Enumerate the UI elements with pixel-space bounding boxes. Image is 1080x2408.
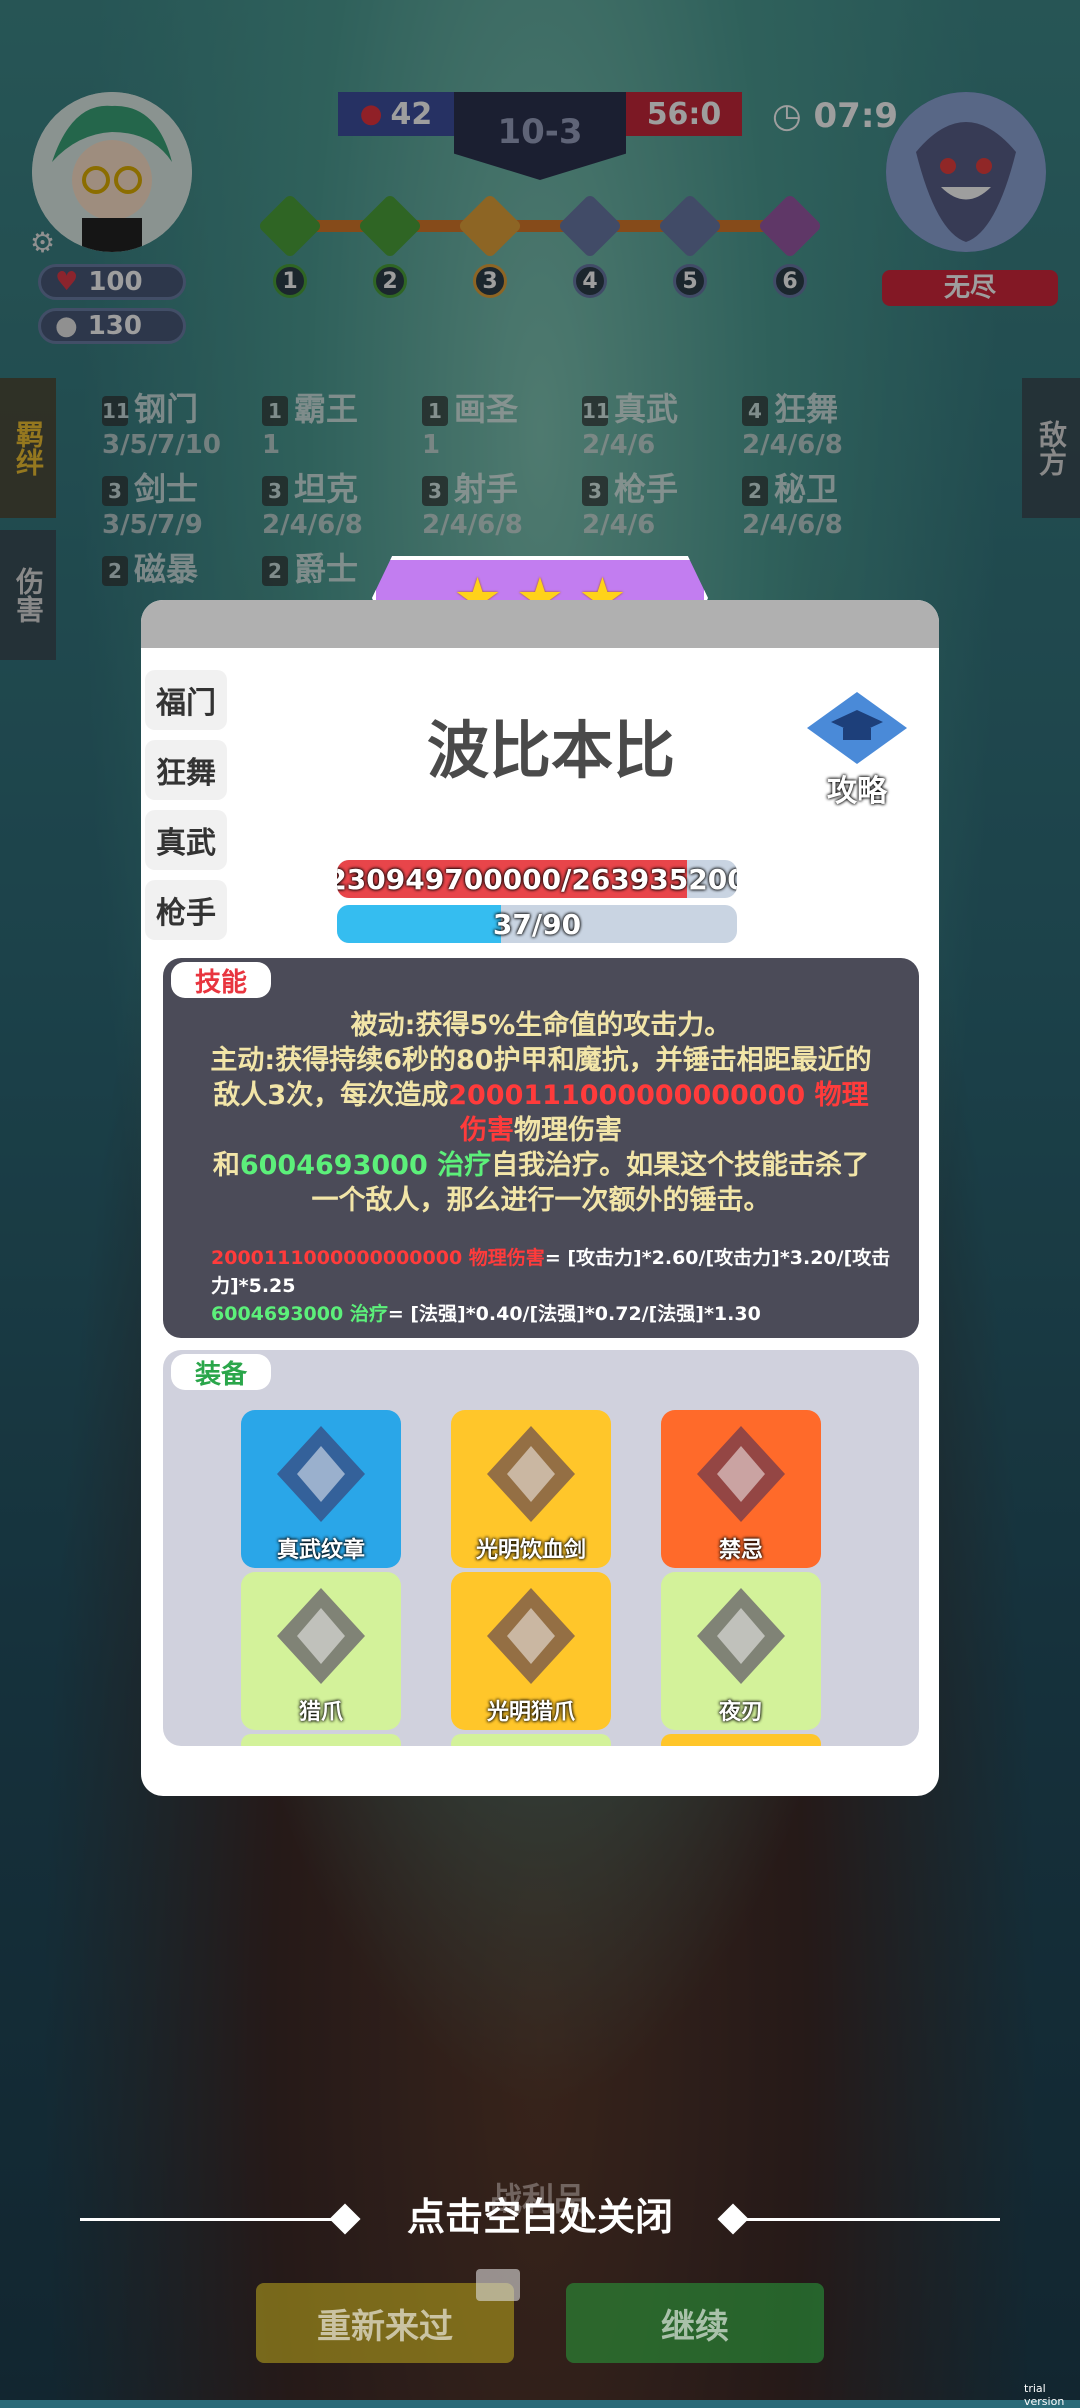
continue-button-label: 继续 xyxy=(661,2306,729,2347)
heal-formula: 6004693000 治疗= [法强]*0.40/[法强]*0.72/[法强]*… xyxy=(211,1300,891,1328)
graduation-cap-icon xyxy=(807,692,907,764)
hero-trait[interactable]: 枪手 xyxy=(145,880,227,940)
equip-tag: 装备 xyxy=(171,1354,271,1390)
heal-formula-expr: = [法强]*0.40/[法强]*0.72/[法强]*1.30 xyxy=(387,1303,761,1325)
card-header-strip xyxy=(141,600,939,648)
retry-button-label: 重新来过 xyxy=(317,2306,453,2347)
equipment-name: 真武纹章 xyxy=(276,1538,365,1563)
equipment-name: 光明猎爪 xyxy=(486,1700,575,1725)
equipment-item[interactable]: 真武纹章 xyxy=(241,1410,401,1568)
equipment-icon xyxy=(277,1426,365,1522)
hero-trait-list: 福门 狂舞 真武 枪手 xyxy=(141,660,233,950)
hint-line-right xyxy=(740,2218,1000,2221)
equipment-item-partial[interactable] xyxy=(661,1734,821,1746)
equipment-item-partial[interactable] xyxy=(451,1734,611,1746)
equipment-icon xyxy=(277,1588,365,1684)
skill-description: 被动:获得5%生命值的攻击力。 主动:获得持续6秒的80护甲和魔抗，并锤击相距最… xyxy=(203,1008,879,1218)
guide-button[interactable]: 攻略 xyxy=(803,688,911,809)
equipment-name: 夜刃 xyxy=(718,1700,763,1725)
equipment-item[interactable]: 光明猎爪 xyxy=(451,1572,611,1730)
skill-damage-value: 2000111000000000000 物理伤害 xyxy=(448,1080,869,1146)
equipment-panel: 装备 真武纹章 光明饮血剑 禁忌猎爪 光明猎爪 夜刃 xyxy=(163,1350,919,1746)
continue-button[interactable]: 继续 xyxy=(566,2283,824,2363)
equipment-icon xyxy=(487,1588,575,1684)
equipment-icon xyxy=(487,1426,575,1522)
mana-text: 37/90 xyxy=(492,907,582,941)
mana-bar: 37/90 xyxy=(337,905,737,943)
retry-button[interactable]: 重新来过 xyxy=(256,2269,520,2363)
skill-heal-prefix: 和 xyxy=(212,1150,240,1181)
skill-heal: 和6004693000 治疗自我治疗。如果这个技能击杀了一个敌人，那么进行一次额… xyxy=(203,1148,879,1218)
skill-tag: 技能 xyxy=(171,962,271,998)
equipment-item[interactable]: 光明饮血剑 xyxy=(451,1410,611,1568)
equipment-item-partial[interactable] xyxy=(241,1734,401,1746)
hero-trait[interactable]: 真武 xyxy=(145,810,227,870)
hero-name: 波比本比 xyxy=(426,714,675,787)
equipment-name: 猎爪 xyxy=(298,1700,343,1725)
hero-trait[interactable]: 狂舞 xyxy=(145,740,227,800)
hp-text: 230949700000/263935200 xyxy=(337,862,737,896)
equipment-item[interactable]: 猎爪 xyxy=(241,1572,401,1730)
equipment-item[interactable]: 夜刃 xyxy=(661,1572,821,1730)
skill-heal-value: 6004693000 治疗 xyxy=(239,1150,492,1181)
heal-formula-label: 6004693000 治疗 xyxy=(211,1303,388,1325)
watermark: trial version xyxy=(1024,2382,1065,2408)
equipment-name: 光明饮血剑 xyxy=(475,1538,586,1563)
equipment-icon xyxy=(697,1426,785,1522)
damage-formula: 2000111000000000000 物理伤害= [攻击力]*2.60/[攻击… xyxy=(211,1244,891,1300)
skill-active-text-b: 物理伤害 xyxy=(514,1115,622,1146)
equipment-item[interactable]: 禁忌 xyxy=(661,1410,821,1568)
skill-active: 主动:获得持续6秒的80护甲和魔抗，并锤击相距最近的敌人3次，每次造成20001… xyxy=(203,1043,879,1148)
hero-detail-card: 福门 狂舞 真武 枪手 波比本比 攻略 230949700000/2639352… xyxy=(141,600,939,1796)
skill-passive: 被动:获得5%生命值的攻击力。 xyxy=(350,1010,732,1041)
hp-bar: 230949700000/263935200 xyxy=(337,860,737,898)
hero-trait[interactable]: 福门 xyxy=(145,670,227,730)
skill-formulas: 2000111000000000000 物理伤害= [攻击力]*2.60/[攻击… xyxy=(211,1244,891,1328)
guide-label: 攻略 xyxy=(827,774,887,809)
damage-formula-label: 2000111000000000000 物理伤害 xyxy=(211,1247,545,1269)
equipment-name: 禁忌 xyxy=(718,1538,763,1563)
video-icon xyxy=(476,2269,520,2301)
skill-panel: 技能 被动:获得5%生命值的攻击力。 主动:获得持续6秒的80护甲和魔抗，并锤击… xyxy=(163,958,919,1338)
loot-label: 战利品 xyxy=(490,2180,587,2218)
equipment-icon xyxy=(697,1588,785,1684)
